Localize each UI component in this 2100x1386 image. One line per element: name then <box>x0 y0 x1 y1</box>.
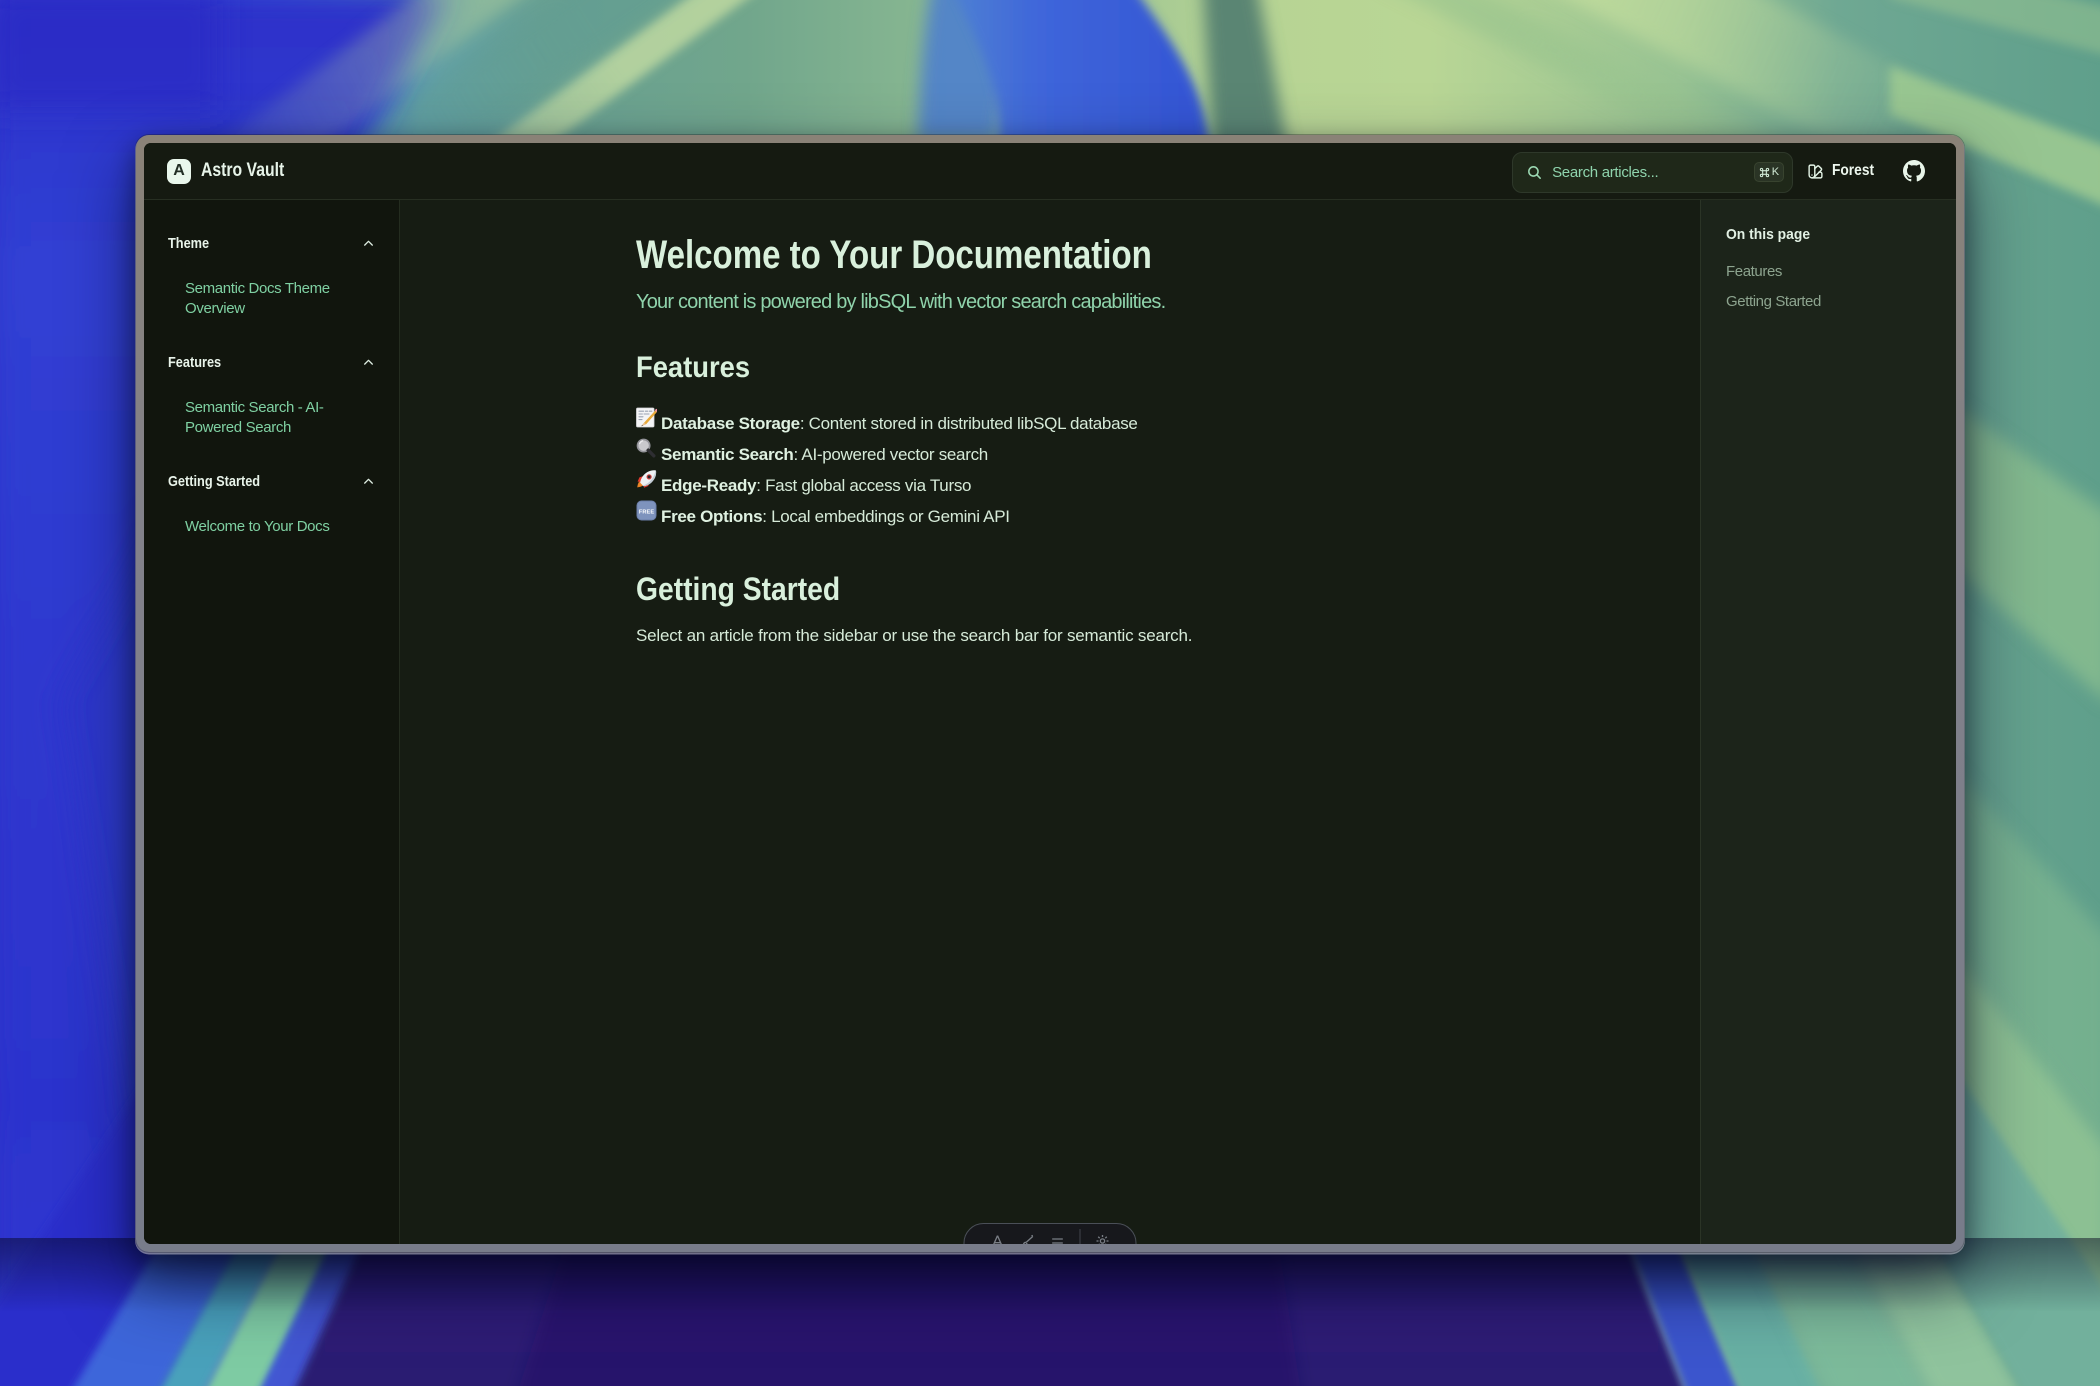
svg-text:FREE: FREE <box>639 510 654 516</box>
